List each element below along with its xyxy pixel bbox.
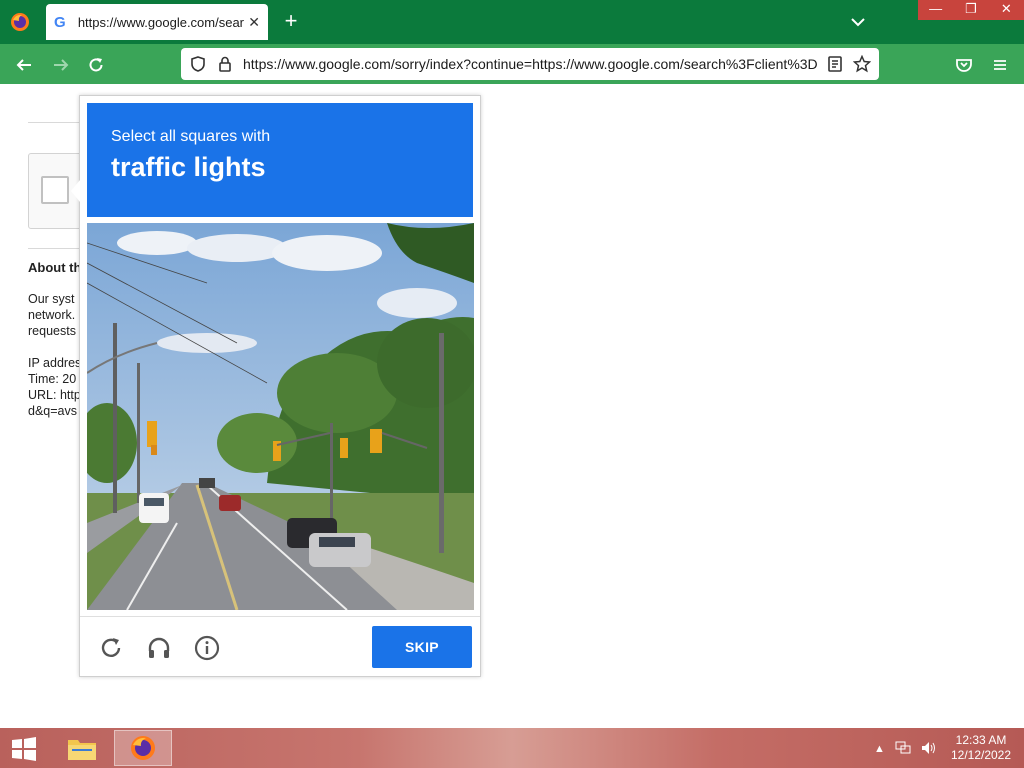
grid-tile[interactable] bbox=[87, 515, 182, 610]
body-line: Our syst bbox=[28, 292, 75, 306]
divider bbox=[80, 616, 480, 617]
restore-icon[interactable]: ❐ bbox=[953, 0, 988, 20]
url-text[interactable]: https://www.google.com/sorry/index?conti… bbox=[243, 56, 817, 72]
dialog-pointer bbox=[71, 180, 80, 202]
windows-taskbar: ▲ 12:33 AM 12/12/2022 bbox=[0, 728, 1024, 768]
tab-close-icon[interactable]: ✕ bbox=[248, 14, 260, 31]
volume-icon[interactable] bbox=[921, 741, 937, 758]
back-icon[interactable] bbox=[13, 54, 35, 76]
firefox-taskbar-icon[interactable] bbox=[114, 730, 172, 766]
time-line: Time: 20 bbox=[28, 372, 77, 386]
body-line: network. bbox=[28, 308, 76, 322]
grid-tile[interactable] bbox=[184, 418, 279, 513]
system-tray: ▲ bbox=[874, 740, 944, 758]
file-explorer-icon[interactable] bbox=[60, 730, 104, 766]
new-tab-icon[interactable]: + bbox=[280, 10, 302, 32]
info-icon[interactable] bbox=[193, 634, 221, 662]
grid-tile[interactable] bbox=[184, 320, 279, 415]
pocket-icon[interactable] bbox=[953, 54, 975, 76]
window-controls: — ❐ ✕ bbox=[918, 0, 1024, 20]
recaptcha-challenge-dialog: Select all squares with traffic lights S… bbox=[79, 95, 481, 677]
grid-tile[interactable] bbox=[184, 515, 279, 610]
grid-tile[interactable] bbox=[379, 320, 474, 415]
skip-button[interactable]: SKIP bbox=[372, 626, 472, 668]
tab-title: https://www.google.com/search? bbox=[77, 14, 245, 30]
grid-tile[interactable] bbox=[379, 223, 474, 318]
lock-icon[interactable] bbox=[216, 55, 234, 73]
grid-tile[interactable] bbox=[282, 418, 377, 513]
grid-tile[interactable] bbox=[282, 515, 377, 610]
tab-strip: G https://www.google.com/search? ✕ + — ❐… bbox=[0, 0, 1024, 44]
taskbar-clock[interactable]: 12:33 AM 12/12/2022 bbox=[946, 733, 1016, 763]
shield-icon[interactable] bbox=[189, 55, 207, 73]
clock-date: 12/12/2022 bbox=[950, 748, 1012, 762]
challenge-instruction: Select all squares with bbox=[111, 128, 271, 145]
browser-tab[interactable]: G https://www.google.com/search? ✕ bbox=[46, 4, 268, 40]
image-grid bbox=[87, 223, 474, 610]
url-line: URL: http bbox=[28, 388, 81, 402]
recaptcha-checkbox[interactable] bbox=[41, 176, 69, 204]
reload-challenge-icon[interactable] bbox=[97, 634, 125, 662]
about-heading: About th bbox=[28, 260, 82, 275]
reload-icon[interactable] bbox=[85, 54, 107, 76]
grid-tile[interactable] bbox=[379, 418, 474, 513]
grid-tile[interactable] bbox=[379, 515, 474, 610]
firefox-logo-icon[interactable] bbox=[8, 10, 32, 34]
audio-challenge-icon[interactable] bbox=[145, 634, 173, 662]
clock-time: 12:33 AM bbox=[955, 733, 1007, 747]
ip-address-line: IP addres bbox=[28, 356, 82, 370]
grid-tile[interactable] bbox=[87, 320, 182, 415]
bookmark-star-icon[interactable] bbox=[852, 54, 872, 73]
hamburger-menu-icon[interactable] bbox=[989, 54, 1011, 76]
minimize-icon[interactable]: — bbox=[918, 0, 953, 20]
show-hidden-icons-icon[interactable]: ▲ bbox=[874, 743, 885, 755]
windows-start-icon[interactable] bbox=[10, 737, 38, 761]
chevron-down-icon[interactable] bbox=[848, 12, 868, 32]
close-window-icon[interactable]: ✕ bbox=[989, 0, 1024, 20]
challenge-target: traffic lights bbox=[111, 152, 266, 182]
url-line-continued: d&q=avs bbox=[28, 404, 77, 418]
grid-tile[interactable] bbox=[87, 223, 182, 318]
challenge-header: Select all squares with traffic lights bbox=[87, 103, 473, 217]
url-bar[interactable]: https://www.google.com/sorry/index?conti… bbox=[181, 48, 879, 80]
forward-icon[interactable] bbox=[50, 54, 72, 76]
grid-tile[interactable] bbox=[282, 320, 377, 415]
body-line: requests bbox=[28, 324, 76, 338]
reader-view-icon[interactable] bbox=[826, 55, 844, 73]
grid-tile[interactable] bbox=[282, 223, 377, 318]
grid-tile[interactable] bbox=[184, 223, 279, 318]
network-icon[interactable] bbox=[895, 741, 911, 758]
google-g-icon: G bbox=[54, 13, 66, 31]
grid-tile[interactable] bbox=[87, 418, 182, 513]
